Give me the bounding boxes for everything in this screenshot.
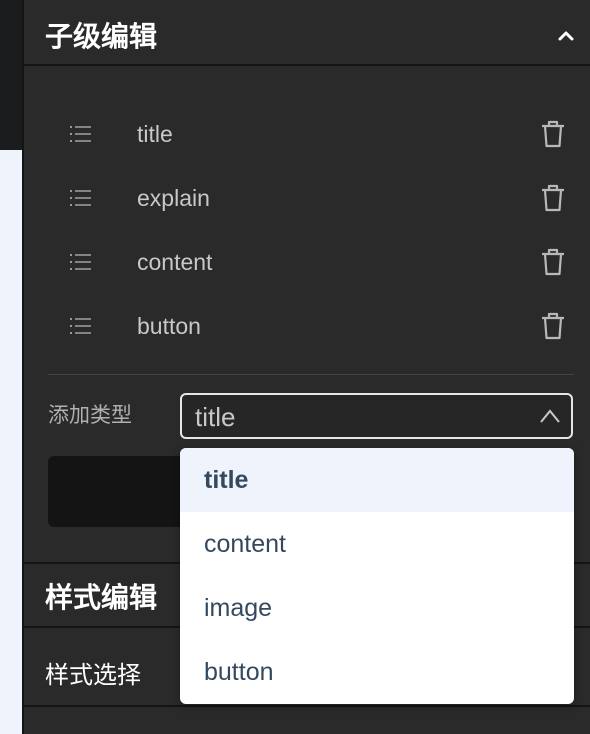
trash-icon[interactable]	[540, 248, 566, 276]
list-item[interactable]: title	[48, 102, 574, 166]
child-item-label: explain	[137, 185, 210, 211]
chevron-up-icon[interactable]	[539, 407, 561, 425]
child-list: title explain content button	[48, 102, 574, 358]
trash-icon[interactable]	[540, 312, 566, 340]
child-item-label: title	[137, 121, 173, 147]
child-item-label: button	[137, 313, 201, 339]
child-editor-header[interactable]: 子级编辑	[24, 0, 590, 66]
trash-icon[interactable]	[540, 184, 566, 212]
dropdown-option-title[interactable]: title	[180, 448, 574, 512]
list-item[interactable]: explain	[48, 166, 574, 230]
list-item[interactable]: content	[48, 230, 574, 294]
dropdown-option-content[interactable]: content	[180, 512, 574, 576]
child-editor-title: 子级编辑	[45, 20, 158, 53]
style-editor-title[interactable]: 样式编辑	[45, 580, 157, 616]
select-value: title	[195, 402, 236, 432]
add-type-label: 添加类型	[48, 403, 132, 427]
left-strip-header	[0, 0, 22, 150]
add-type-select[interactable]: title	[180, 393, 573, 439]
style-select-label: 样式选择	[45, 661, 141, 689]
list-icon[interactable]	[70, 188, 92, 208]
list-icon[interactable]	[70, 124, 92, 144]
list-divider	[48, 374, 574, 375]
section-divider	[24, 705, 590, 707]
type-dropdown: title content image button	[180, 448, 574, 704]
chevron-up-icon[interactable]	[556, 26, 576, 46]
dropdown-option-button[interactable]: button	[180, 640, 574, 704]
list-icon[interactable]	[70, 252, 92, 272]
trash-icon[interactable]	[540, 120, 566, 148]
list-item[interactable]: button	[48, 294, 574, 358]
dropdown-option-image[interactable]: image	[180, 576, 574, 640]
list-icon[interactable]	[70, 316, 92, 336]
child-item-label: content	[137, 249, 213, 275]
